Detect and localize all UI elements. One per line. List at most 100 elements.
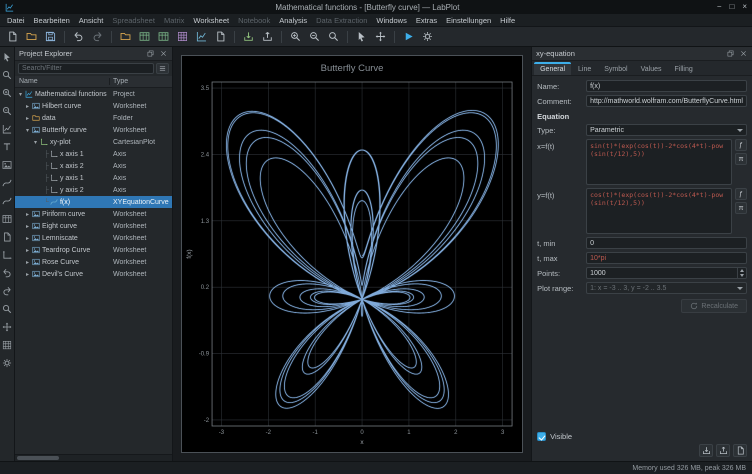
import-file-button[interactable] <box>240 29 257 45</box>
add-legend-button[interactable] <box>2 231 13 242</box>
close-panel-button[interactable] <box>158 49 168 59</box>
menu-item[interactable]: Einstellungen <box>442 15 495 26</box>
add-curve-button[interactable] <box>2 177 13 188</box>
open-project-button[interactable] <box>23 29 40 45</box>
column-name[interactable]: Name <box>15 78 110 85</box>
horizontal-scrollbar[interactable] <box>15 454 172 461</box>
menu-item[interactable]: Notebook <box>234 15 274 26</box>
expander-icon[interactable]: ▸ <box>24 259 31 266</box>
new-notebook-button[interactable] <box>212 29 229 45</box>
tree-row[interactable]: ├ y axis 1 Axis <box>15 172 172 184</box>
menu-item[interactable]: Matrix <box>160 15 188 26</box>
select-mode-button[interactable] <box>353 29 370 45</box>
zoom-x-select-button[interactable] <box>2 87 13 98</box>
spin-down-button[interactable] <box>738 273 746 278</box>
select-cursor-button[interactable] <box>2 51 13 62</box>
menu-item[interactable]: Extras <box>412 15 441 26</box>
navigate-button[interactable] <box>2 321 13 332</box>
tree-row[interactable]: └ f(x) XYEquationCurve <box>15 196 172 208</box>
new-project-button[interactable] <box>4 29 21 45</box>
properties-tab[interactable]: Values <box>635 62 668 75</box>
new-workbook-button[interactable] <box>136 29 153 45</box>
zoom-y-select-button[interactable] <box>2 105 13 116</box>
tree-row[interactable]: ▸ Piriform curve Worksheet <box>15 208 172 220</box>
tree-row[interactable]: ▸ data Folder <box>15 112 172 124</box>
export-button[interactable] <box>259 29 276 45</box>
expander-icon[interactable]: ▸ <box>24 115 31 122</box>
insert-function-button[interactable]: ƒ <box>735 188 747 200</box>
x-equation-input[interactable]: sin(t)*(exp(cos(t))-2*cos(4*t)-pow(sin(t… <box>586 139 732 185</box>
tree-row[interactable]: ▸ Lemniscate Worksheet <box>15 232 172 244</box>
tree-row[interactable]: ▾ Mathematical functions Project <box>15 88 172 100</box>
tree-row[interactable]: ▸ Hilbert curve Worksheet <box>15 100 172 112</box>
new-spreadsheet-button[interactable] <box>155 29 172 45</box>
close-icon[interactable]: × <box>742 0 747 14</box>
insert-constant-button[interactable]: π <box>735 153 747 165</box>
new-matrix-button[interactable] <box>174 29 191 45</box>
undo-button[interactable] <box>70 29 87 45</box>
new-folder-button[interactable] <box>117 29 134 45</box>
float-panel-button[interactable] <box>145 49 155 59</box>
scrollbar-thumb[interactable] <box>17 456 59 460</box>
expander-icon[interactable]: ▸ <box>24 211 31 218</box>
add-histogram-button[interactable] <box>2 213 13 224</box>
toolbox-configure-button[interactable] <box>2 357 13 368</box>
redo-button[interactable] <box>89 29 106 45</box>
new-worksheet-button[interactable] <box>193 29 210 45</box>
zoom-fit-button[interactable] <box>325 29 342 45</box>
properties-tab[interactable]: General <box>534 62 572 75</box>
load-template-button[interactable] <box>699 444 713 457</box>
insert-constant-button[interactable]: π <box>735 202 747 214</box>
visible-checkbox[interactable] <box>537 432 547 441</box>
expander-icon[interactable]: ▸ <box>24 223 31 230</box>
add-equation-curve-button[interactable] <box>2 195 13 206</box>
shift-left-x-button[interactable] <box>2 267 13 278</box>
configure-button[interactable] <box>419 29 436 45</box>
save-project-button[interactable] <box>42 29 59 45</box>
menu-item[interactable]: Spreadsheet <box>108 15 159 26</box>
grid-settings-button[interactable] <box>2 339 13 350</box>
tree-row[interactable]: ▸ Devil's Curve Worksheet <box>15 268 172 280</box>
shift-right-x-button[interactable] <box>2 285 13 296</box>
menu-item[interactable]: Datei <box>3 15 29 26</box>
copy-settings-button[interactable] <box>733 444 747 457</box>
pan-mode-button[interactable] <box>372 29 389 45</box>
add-image-button[interactable] <box>2 159 13 170</box>
menu-item[interactable]: Windows <box>372 15 410 26</box>
tree-row[interactable]: ├ x axis 2 Axis <box>15 160 172 172</box>
zoom-fit-button[interactable] <box>2 303 13 314</box>
properties-tab[interactable]: Line <box>572 62 597 75</box>
column-type[interactable]: Type <box>110 78 172 85</box>
tree-row[interactable]: ├ y axis 2 Axis <box>15 184 172 196</box>
expander-icon[interactable]: ▾ <box>17 91 24 98</box>
properties-tab[interactable]: Symbol <box>598 62 633 75</box>
zoom-select-button[interactable] <box>2 69 13 80</box>
tree-row[interactable]: ▸ Rose Curve Worksheet <box>15 256 172 268</box>
properties-tab[interactable]: Filling <box>668 62 698 75</box>
menu-item[interactable]: Data Extraction <box>312 15 371 26</box>
tmin-field[interactable]: 0 <box>586 237 747 249</box>
add-text-label-button[interactable] <box>2 141 13 152</box>
minimize-icon[interactable]: − <box>717 0 722 14</box>
expander-icon[interactable]: ▸ <box>24 103 31 110</box>
tmax-field[interactable]: 10*pi <box>586 252 747 264</box>
worksheet-page[interactable]: -3 -2 -1 0 1 2 3 3.5 2.4 1.3 0.2 -0.9 -2 x f(x) Butterf… <box>181 55 524 453</box>
presenter-mode-button[interactable] <box>400 29 417 45</box>
add-axis-button[interactable] <box>2 249 13 260</box>
expander-icon[interactable]: ▸ <box>24 247 31 254</box>
search-input[interactable] <box>18 63 154 74</box>
menu-item[interactable]: Analysis <box>275 15 311 26</box>
zoom-out-button[interactable] <box>306 29 323 45</box>
filter-options-button[interactable] <box>156 63 169 74</box>
menu-item[interactable]: Ansicht <box>75 15 108 26</box>
y-equation-input[interactable]: cos(t)*(exp(cos(t))-2*cos(4*t)-pow(sin(t… <box>586 188 732 234</box>
menu-item[interactable]: Worksheet <box>189 15 233 26</box>
tree-row[interactable]: ▾ Butterfly curve Worksheet <box>15 124 172 136</box>
comment-field[interactable]: http://mathworld.wolfram.com/ButterflyCu… <box>586 95 747 107</box>
float-panel-button[interactable] <box>725 49 735 59</box>
points-spinbox[interactable]: 1000 <box>586 267 747 279</box>
menu-item[interactable]: Hilfe <box>496 15 519 26</box>
close-panel-button[interactable] <box>738 49 748 59</box>
tree-row[interactable]: ▸ Teardrop Curve Worksheet <box>15 244 172 256</box>
tree-row[interactable]: ▸ Eight curve Worksheet <box>15 220 172 232</box>
